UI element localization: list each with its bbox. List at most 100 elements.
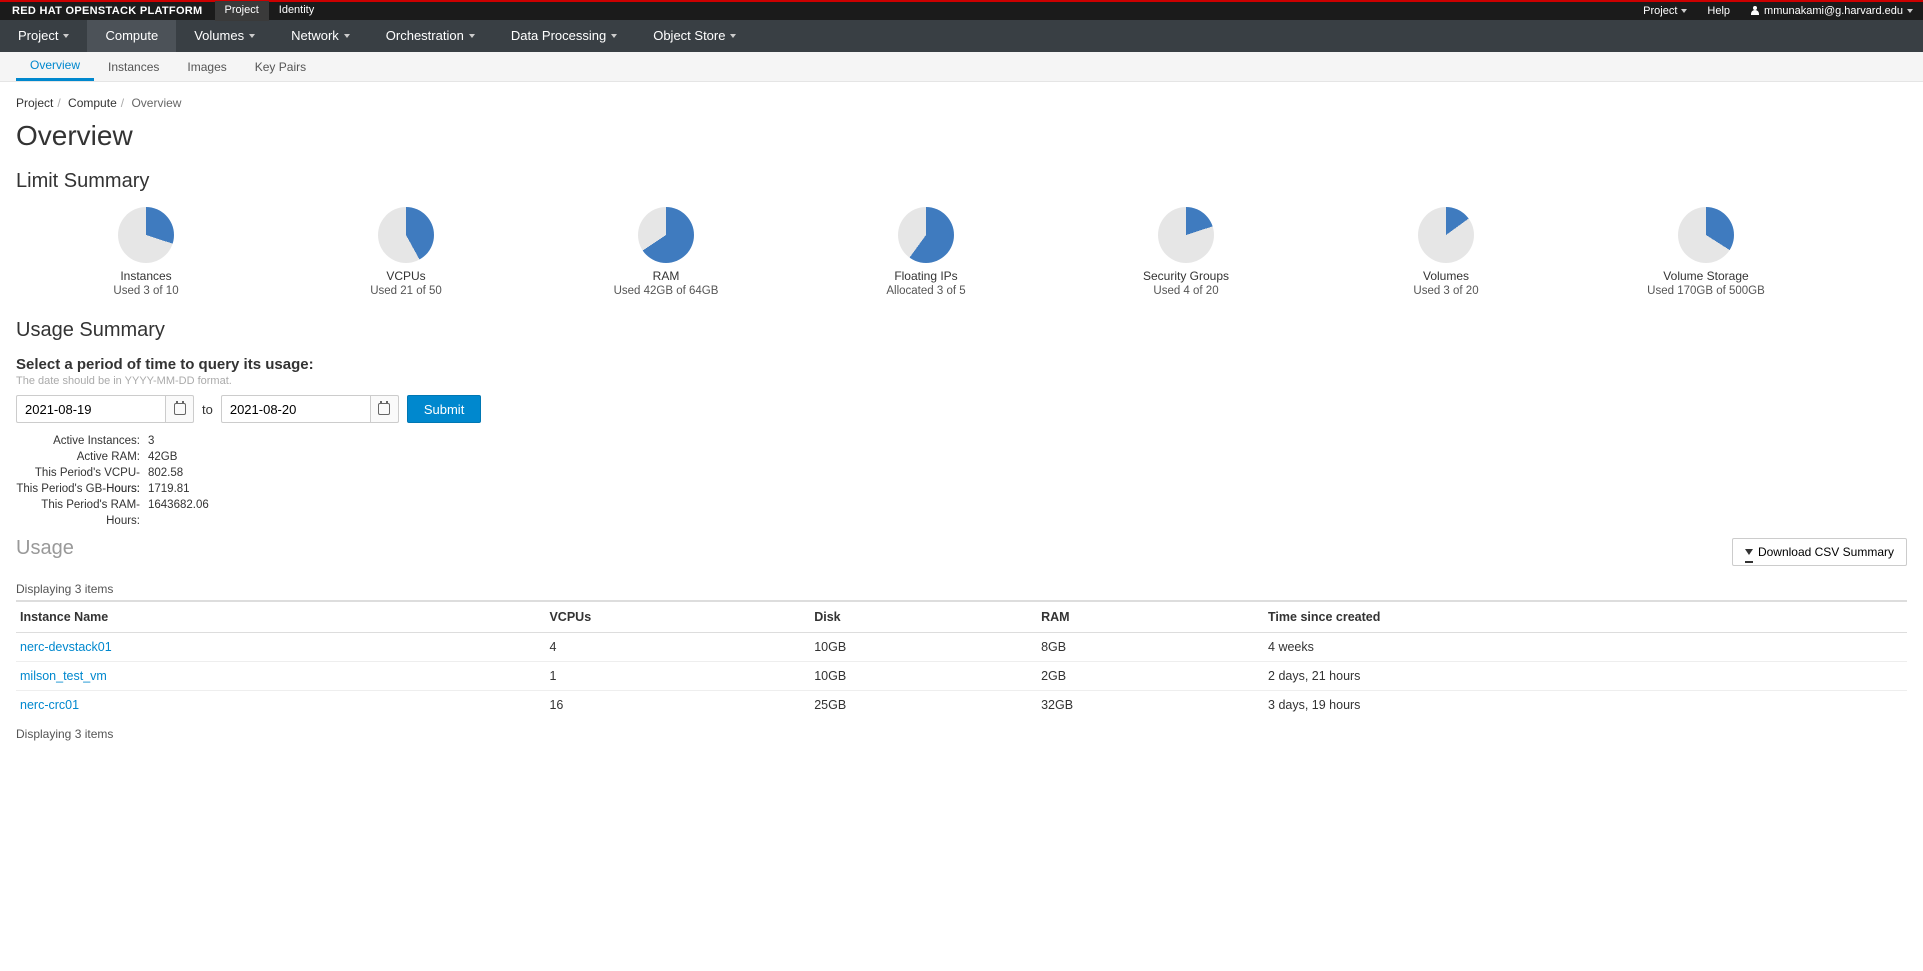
stat-row: Active Instances:3 [16, 433, 1907, 449]
limit-subtitle: Used 4 of 20 [1056, 285, 1316, 297]
page-title: Overview [16, 120, 1907, 152]
limit-card: Security Groups Used 4 of 20 [1056, 207, 1316, 297]
limit-subtitle: Used 3 of 20 [1316, 285, 1576, 297]
limits-grid: InstancesUsed 3 of 10VCPUsUsed 21 of 50R… [16, 207, 1907, 311]
subnav-instances[interactable]: Instances [94, 52, 173, 81]
limit-subtitle: Used 170GB of 500GB [1576, 285, 1836, 297]
limit-title: Instances [16, 269, 276, 283]
table-row: nerc-crc011625GB32GB3 days, 19 hours [16, 691, 1907, 720]
nav-volumes[interactable]: Volumes [176, 20, 273, 52]
chevron-down-icon [63, 34, 69, 38]
table-row: nerc-devstack01410GB8GB4 weeks [16, 633, 1907, 662]
col-vcpus[interactable]: VCPUs [545, 601, 810, 633]
table-row: milson_test_vm110GB2GB2 days, 21 hours [16, 662, 1907, 691]
pie-chart [118, 207, 174, 263]
subnav-images[interactable]: Images [173, 52, 240, 81]
stat-row: This Period's RAM-Hours:1643682.06 [16, 497, 1907, 513]
chevron-down-icon [344, 34, 350, 38]
date-range-heading: Select a period of time to query its usa… [16, 356, 1907, 373]
col-time[interactable]: Time since created [1264, 601, 1907, 633]
calendar-icon [174, 403, 186, 415]
toptab-project[interactable]: Project [215, 1, 269, 21]
stat-row: This Period's GB-Hours:1719.81 [16, 481, 1907, 497]
limit-card: Volume Storage Used 170GB of 500GB [1576, 207, 1836, 297]
pie-chart [898, 207, 954, 263]
limit-card: RAMUsed 42GB of 64GB [536, 207, 796, 297]
limit-title: Volume Storage [1576, 269, 1836, 283]
stat-value: 1719.81 [146, 481, 190, 497]
cell-ram: 32GB [1037, 691, 1264, 720]
pie-chart [1158, 207, 1214, 263]
limit-title: Floating IPs [796, 269, 1056, 283]
help-link[interactable]: Help [1697, 1, 1740, 21]
top-bar: RED HAT OPENSTACK PLATFORM Project Ident… [0, 0, 1923, 20]
chevron-down-icon [469, 34, 475, 38]
cell-time: 2 days, 21 hours [1264, 662, 1907, 691]
nav-data-processing[interactable]: Data Processing [493, 20, 635, 52]
calendar-icon [378, 403, 390, 415]
chevron-down-icon [730, 34, 736, 38]
cell-disk: 25GB [810, 691, 1037, 720]
date-to-input[interactable] [221, 395, 371, 423]
breadcrumb-compute[interactable]: Compute [68, 96, 117, 110]
cell-ram: 2GB [1037, 662, 1264, 691]
stat-value: 42GB [146, 449, 177, 465]
user-icon [1750, 6, 1760, 16]
cell-time: 4 weeks [1264, 633, 1907, 662]
date-to-picker-button[interactable] [371, 395, 399, 423]
brand-logo: RED HAT OPENSTACK PLATFORM [0, 5, 215, 17]
nav-project[interactable]: Project [0, 20, 87, 52]
instance-link[interactable]: nerc-crc01 [16, 691, 545, 720]
stat-value: 3 [146, 433, 154, 449]
subnav-overview[interactable]: Overview [16, 52, 94, 81]
limit-title: Volumes [1316, 269, 1576, 283]
col-ram[interactable]: RAM [1037, 601, 1264, 633]
nav-compute[interactable]: Compute [87, 20, 176, 52]
col-disk[interactable]: Disk [810, 601, 1037, 633]
nav-network[interactable]: Network [273, 20, 368, 52]
usage-table: Instance Name VCPUs Disk RAM Time since … [16, 600, 1907, 719]
cell-vcpus: 4 [545, 633, 810, 662]
stat-label: This Period's GB-Hours: [16, 481, 146, 497]
col-instance-name[interactable]: Instance Name [16, 601, 545, 633]
limit-card: Volumes Used 3 of 20 [1316, 207, 1576, 297]
stat-label: Active RAM: [16, 449, 146, 465]
limit-title: Security Groups [1056, 269, 1316, 283]
date-from-picker-button[interactable] [166, 395, 194, 423]
toptab-identity[interactable]: Identity [269, 1, 324, 21]
limit-subtitle: Allocated 3 of 5 [796, 285, 1056, 297]
stat-value: 802.58 [146, 465, 183, 481]
download-csv-button[interactable]: Download CSV Summary [1732, 538, 1907, 566]
subnav-key-pairs[interactable]: Key Pairs [241, 52, 320, 81]
cell-time: 3 days, 19 hours [1264, 691, 1907, 720]
user-menu[interactable]: mmunakami@g.harvard.edu [1740, 1, 1923, 21]
limit-card: VCPUsUsed 21 of 50 [276, 207, 536, 297]
chevron-down-icon [611, 34, 617, 38]
nav-orchestration[interactable]: Orchestration [368, 20, 493, 52]
project-dropdown[interactable]: Project [1633, 1, 1697, 21]
breadcrumb-current: Overview [131, 96, 181, 110]
to-label: to [202, 402, 213, 417]
submit-button[interactable]: Submit [407, 395, 481, 423]
stat-value: 1643682.06 [146, 497, 209, 513]
date-from-input[interactable] [16, 395, 166, 423]
stat-label: This Period's RAM-Hours: [16, 497, 146, 513]
breadcrumb-project[interactable]: Project [16, 96, 53, 110]
instance-link[interactable]: milson_test_vm [16, 662, 545, 691]
chevron-down-icon [1681, 9, 1687, 13]
nav-object-store[interactable]: Object Store [635, 20, 754, 52]
pie-chart [638, 207, 694, 263]
item-count-bottom: Displaying 3 items [16, 727, 1907, 741]
stat-label: Active Instances: [16, 433, 146, 449]
cell-ram: 8GB [1037, 633, 1264, 662]
usage-stats: Active Instances:3Active RAM:42GBThis Pe… [16, 433, 1907, 513]
chevron-down-icon [249, 34, 255, 38]
sub-nav: Overview Instances Images Key Pairs [0, 52, 1923, 82]
instance-link[interactable]: nerc-devstack01 [16, 633, 545, 662]
pie-chart [1418, 207, 1474, 263]
stat-row: This Period's VCPU-Hours:802.58 [16, 465, 1907, 481]
download-icon [1745, 549, 1753, 555]
pie-chart [1678, 207, 1734, 263]
stat-label: This Period's VCPU-Hours: [16, 465, 146, 481]
cell-vcpus: 16 [545, 691, 810, 720]
